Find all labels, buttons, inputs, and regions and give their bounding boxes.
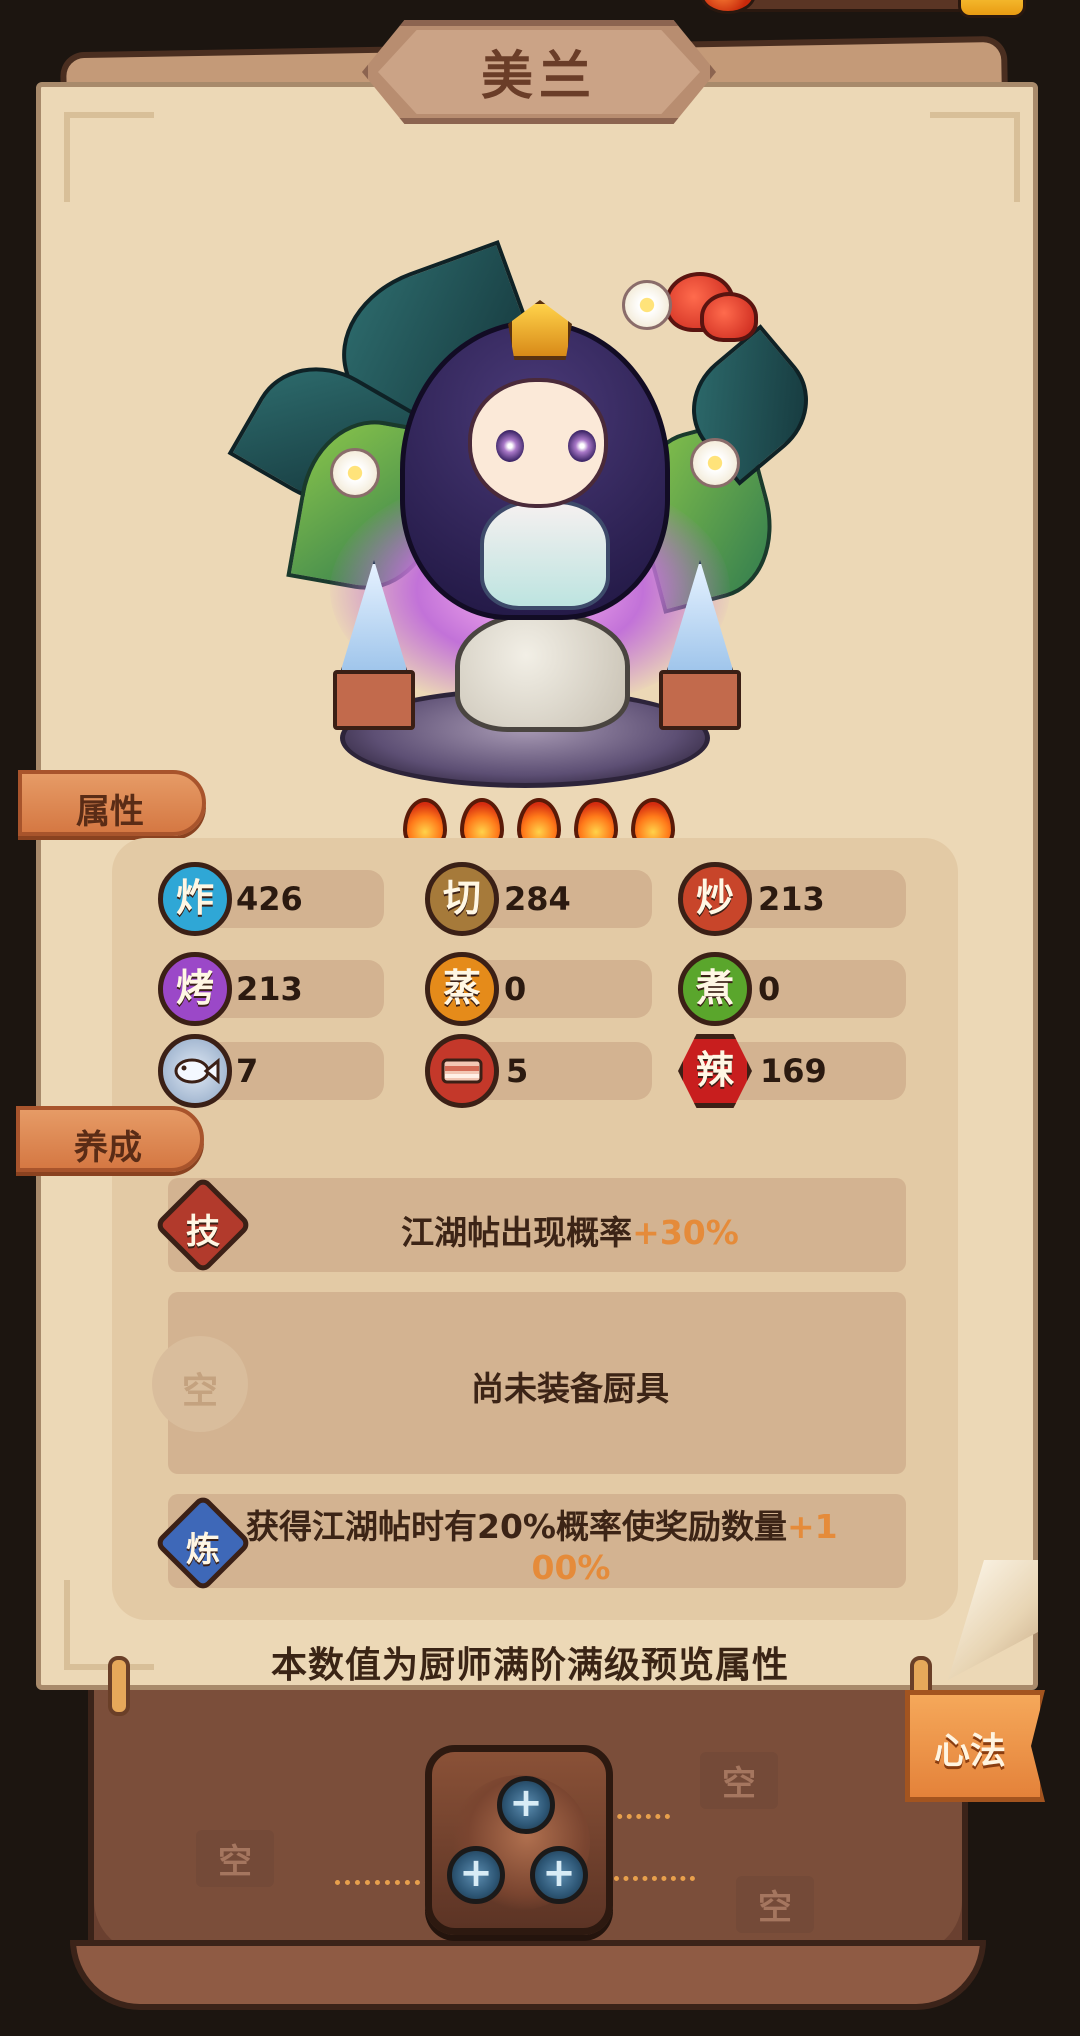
corner-ornament <box>930 112 1020 202</box>
refine-description-line1: 获得江湖帖时有20%概率使奖励数量+1 <box>246 1507 838 1546</box>
tab-cultivation[interactable]: 养成 <box>16 1106 204 1172</box>
add-currency-button[interactable] <box>958 0 1026 18</box>
stir-fry-icon: 炒 <box>678 862 752 936</box>
flower-decoration <box>622 280 672 330</box>
flower-decoration <box>700 292 758 342</box>
flower-decoration <box>330 448 380 498</box>
stat-steam-value: 0 <box>504 970 527 1008</box>
stat-fry-value: 426 <box>236 880 303 918</box>
tray-rim <box>70 1940 986 2010</box>
character-eye <box>568 430 596 462</box>
equipment-empty-text: 尚未装备厨具 <box>471 1369 669 1408</box>
corner-ornament <box>64 112 154 202</box>
refine-description-line2: 00% <box>531 1548 611 1587</box>
heart-method-tab-label: 心法 <box>933 1731 1006 1772</box>
refine-badge-label: 炼 <box>186 1530 220 1570</box>
stat-boil-value: 0 <box>758 970 781 1008</box>
add-heart-method-button-top[interactable]: + <box>497 1776 555 1834</box>
stat-fish-value: 7 <box>236 1052 259 1090</box>
stat-meat-value: 5 <box>506 1052 529 1090</box>
stat-stir-fry-value: 213 <box>758 880 825 918</box>
heart-method-slot-left[interactable]: 空 <box>196 1830 274 1887</box>
stat-spicy-value: 169 <box>760 1052 827 1090</box>
fish-icon <box>158 1034 232 1108</box>
skill-badge-label: 技 <box>186 1212 220 1252</box>
stat-cut-value: 284 <box>504 880 571 918</box>
fry-icon: 炸 <box>158 862 232 936</box>
elephant-statue <box>455 612 630 732</box>
meat-icon <box>425 1034 499 1108</box>
add-heart-method-button-left[interactable]: + <box>447 1846 505 1904</box>
heart-method-slot-bottom-right[interactable]: 空 <box>736 1876 814 1933</box>
tab-attributes[interactable]: 属性 <box>18 770 206 836</box>
character-eye <box>496 430 524 462</box>
cut-icon: 切 <box>425 862 499 936</box>
heart-method-slot-top-right[interactable]: 空 <box>700 1752 778 1809</box>
preview-footnote: 本数值为厨师满阶满级预览属性 <box>270 1645 789 1686</box>
roast-icon: 烤 <box>158 952 232 1026</box>
temple-base <box>659 670 741 730</box>
add-heart-method-button-right[interactable]: + <box>530 1846 588 1904</box>
chef-name: 美兰 <box>480 47 597 107</box>
scroll-pin <box>108 1656 130 1716</box>
boil-icon: 煮 <box>678 952 752 1026</box>
skill-description: 江湖帖出现概率+30% <box>401 1213 739 1252</box>
temple-base <box>333 670 415 730</box>
empty-equipment-label: 空 <box>181 1371 218 1412</box>
stat-roast-value: 213 <box>236 970 303 1008</box>
steam-icon: 蒸 <box>425 952 499 1026</box>
character-body <box>480 500 610 610</box>
flower-decoration <box>690 438 740 488</box>
